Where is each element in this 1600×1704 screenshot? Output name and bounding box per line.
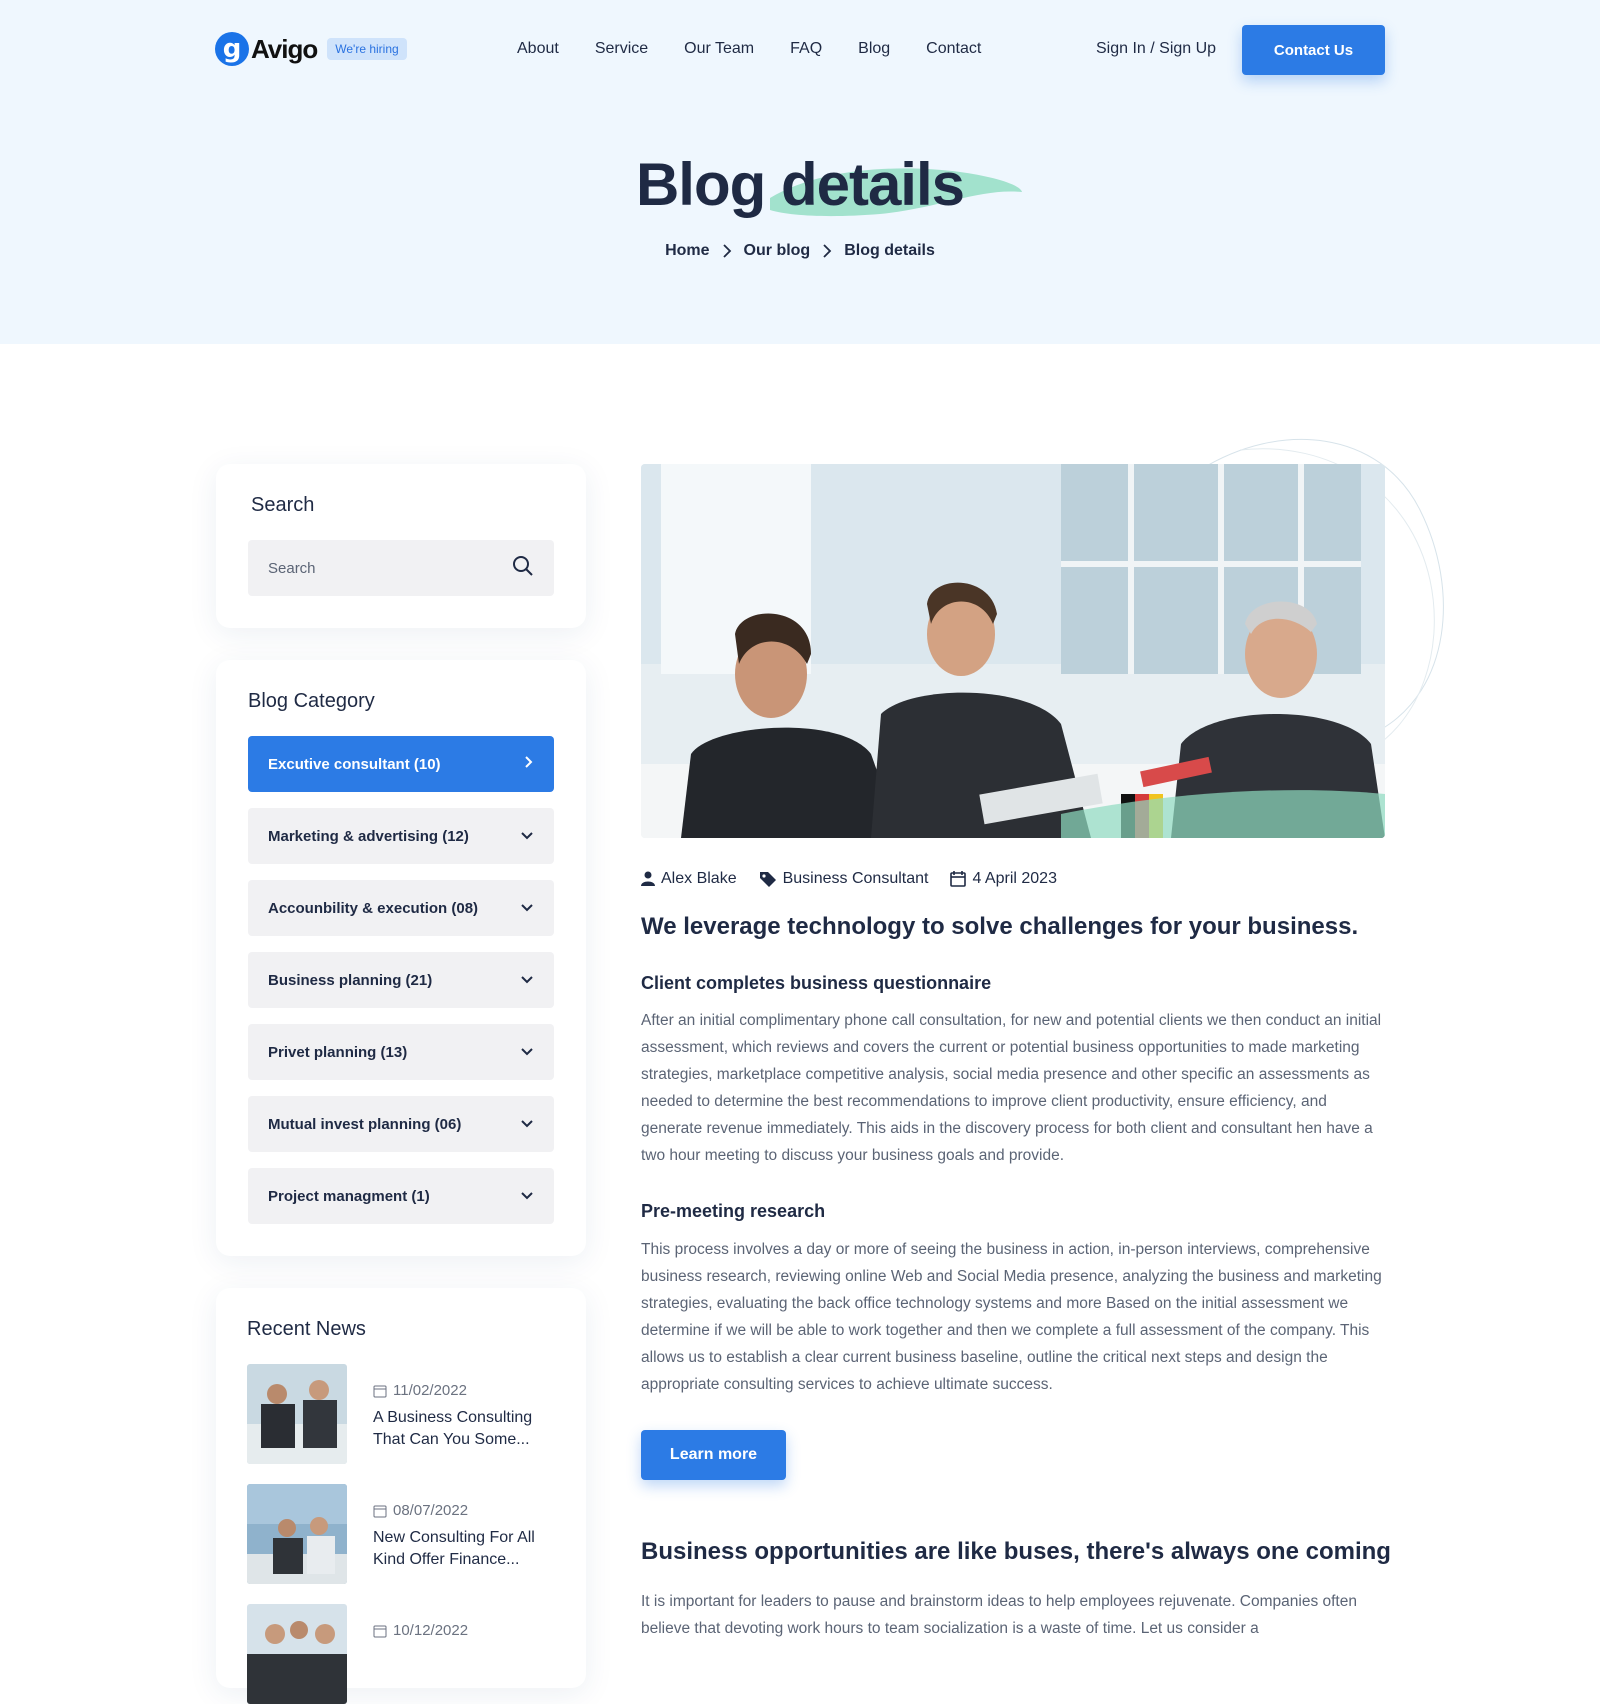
chevron-down-icon bbox=[520, 828, 534, 845]
section3-body: It is important for leaders to pause and… bbox=[641, 1593, 1357, 1637]
section1-title: Client completes business questionnaire bbox=[641, 973, 992, 993]
nav-our-team[interactable]: Our Team bbox=[684, 40, 754, 58]
category-label: Accounbility & execution (08) bbox=[268, 899, 479, 917]
contact-us-button[interactable]: Contact Us bbox=[1242, 25, 1385, 75]
category-label: Marketing & advertising (12) bbox=[268, 827, 469, 845]
recent-news-card: Recent News 11/02/2022 A Business Consul… bbox=[216, 1288, 586, 1704]
news-date: 11/02/2022 bbox=[373, 1382, 553, 1399]
calendar-icon bbox=[950, 871, 967, 887]
section2-title: Pre-meeting research bbox=[641, 1201, 826, 1221]
chevron-right-icon bbox=[524, 755, 534, 773]
nav-contact[interactable]: Contact bbox=[926, 40, 981, 58]
recent-news-title: Recent News bbox=[247, 1318, 366, 1340]
category-item[interactable]: Project managment (1) bbox=[248, 1168, 554, 1224]
news-date-text: 11/02/2022 bbox=[393, 1382, 467, 1399]
nav-faq[interactable]: FAQ bbox=[790, 40, 822, 58]
chevron-down-icon bbox=[520, 1188, 534, 1205]
category-label: Business planning (21) bbox=[268, 971, 433, 989]
logo[interactable]: g Avigo We're hiring bbox=[215, 32, 407, 66]
chevron-right-icon bbox=[722, 243, 732, 259]
author-name: Alex Blake bbox=[661, 870, 737, 887]
post-author[interactable]: Alex Blake bbox=[641, 870, 737, 888]
logo-text: Avigo bbox=[251, 33, 318, 64]
news-thumbnail[interactable] bbox=[247, 1604, 347, 1704]
news-thumbnail[interactable] bbox=[247, 1364, 347, 1464]
news-item[interactable]: 08/07/2022 New Consulting For All Kind O… bbox=[247, 1484, 553, 1584]
category-item[interactable]: Business planning (21) bbox=[248, 952, 554, 1008]
nav-blog[interactable]: Blog bbox=[858, 40, 890, 58]
chevron-down-icon bbox=[520, 1044, 534, 1061]
logo-mark: g bbox=[215, 32, 249, 66]
nav-about[interactable]: About bbox=[517, 40, 559, 58]
user-icon bbox=[641, 871, 655, 886]
post-date: 4 April 2023 bbox=[950, 870, 1057, 888]
chevron-down-icon bbox=[520, 900, 534, 917]
post-headline: We leverage technology to solve challeng… bbox=[641, 913, 1359, 940]
category-item[interactable]: Excutive consultant (10) bbox=[248, 736, 554, 792]
category-item[interactable]: Mutual invest planning (06) bbox=[248, 1096, 554, 1152]
post-meta: Alex Blake Business Consultant 4 April 2… bbox=[641, 870, 1079, 888]
news-date-text: 10/12/2022 bbox=[393, 1622, 469, 1639]
category-card: Blog Category Excutive consultant (10) M… bbox=[216, 660, 586, 1256]
post-tag[interactable]: Business Consultant bbox=[759, 870, 929, 888]
calendar-icon bbox=[373, 1505, 387, 1517]
search-input[interactable]: Search bbox=[248, 540, 554, 596]
hiring-badge[interactable]: We're hiring bbox=[327, 38, 407, 60]
learn-more-button[interactable]: Learn more bbox=[641, 1430, 786, 1480]
section3-title: Business opportunities are like buses, t… bbox=[641, 1538, 1391, 1565]
breadcrumb-current: Blog details bbox=[844, 242, 935, 259]
news-item[interactable]: 11/02/2022 A Business Consulting That Ca… bbox=[247, 1364, 553, 1464]
category-label: Project managment (1) bbox=[268, 1187, 430, 1205]
news-title[interactable]: New Consulting For All Kind Offer Financ… bbox=[373, 1527, 553, 1571]
title-wrap: Blog details bbox=[0, 150, 1600, 219]
chevron-right-icon bbox=[822, 243, 832, 259]
news-date-text: 08/07/2022 bbox=[393, 1502, 469, 1519]
search-placeholder: Search bbox=[268, 559, 316, 577]
main-nav: About Service Our Team FAQ Blog Contact bbox=[517, 40, 1017, 58]
tag-name: Business Consultant bbox=[782, 870, 929, 887]
category-label: Mutual invest planning (06) bbox=[268, 1115, 462, 1133]
search-card: Search Search bbox=[216, 464, 586, 628]
breadcrumb-home[interactable]: Home bbox=[665, 242, 709, 260]
section2-body: This process involves a day or more of s… bbox=[641, 1241, 1382, 1393]
category-label: Privet planning (13) bbox=[268, 1043, 408, 1061]
news-item[interactable]: 10/12/2022 bbox=[247, 1604, 553, 1704]
nav-service[interactable]: Service bbox=[595, 40, 648, 58]
calendar-icon bbox=[373, 1385, 387, 1397]
search-icon[interactable] bbox=[512, 555, 534, 581]
category-item[interactable]: Marketing & advertising (12) bbox=[248, 808, 554, 864]
section1-body: After an initial complimentary phone cal… bbox=[641, 1012, 1382, 1164]
category-item[interactable]: Privet planning (13) bbox=[248, 1024, 554, 1080]
breadcrumb-our-blog[interactable]: Our blog bbox=[744, 242, 811, 260]
post-hero-image bbox=[641, 464, 1385, 838]
category-label: Excutive consultant (10) bbox=[268, 755, 441, 773]
breadcrumb: Home Our blog Blog details bbox=[0, 242, 1600, 260]
chevron-down-icon bbox=[520, 1116, 534, 1133]
tag-icon bbox=[759, 872, 776, 887]
category-title: Blog Category bbox=[248, 690, 375, 712]
page-title: Blog details bbox=[635, 151, 965, 218]
news-date: 10/12/2022 bbox=[373, 1622, 553, 1639]
news-title[interactable]: A Business Consulting That Can You Some.… bbox=[373, 1407, 553, 1451]
search-title: Search bbox=[251, 494, 315, 516]
calendar-icon bbox=[373, 1625, 387, 1637]
signin-link[interactable]: Sign In / Sign Up bbox=[1096, 40, 1216, 58]
date-text: 4 April 2023 bbox=[972, 870, 1057, 887]
news-date: 08/07/2022 bbox=[373, 1502, 553, 1519]
news-thumbnail[interactable] bbox=[247, 1484, 347, 1584]
category-item[interactable]: Accounbility & execution (08) bbox=[248, 880, 554, 936]
chevron-down-icon bbox=[520, 972, 534, 989]
